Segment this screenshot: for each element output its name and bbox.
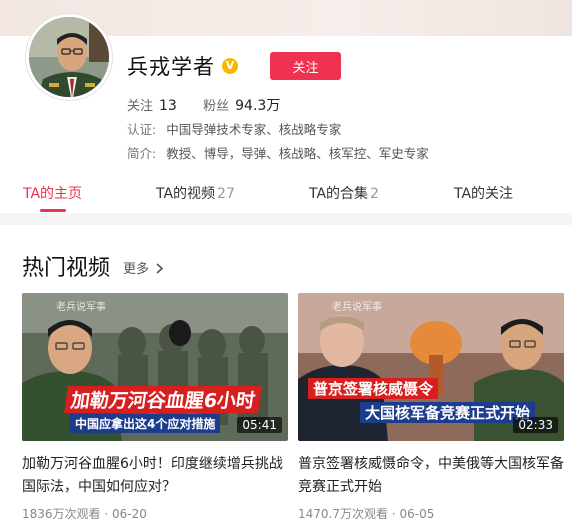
avatar[interactable] [26, 14, 112, 100]
profile-name: 兵戎学者 [127, 55, 215, 79]
cert-value: 中国导弹技术专家、核战略专家 [166, 122, 342, 137]
video-title[interactable]: 普京签署核威慑命令，中美俄等大国核军备竞赛正式开始 [298, 453, 564, 499]
tab-videos-label: TA的视频 [156, 186, 216, 202]
video-views: 1836万次观看 [22, 507, 101, 519]
fans-label: 粉丝 [203, 99, 230, 114]
more-link[interactable]: 更多 [123, 258, 164, 277]
video-meta: 1836万次观看 · 06-20 [22, 505, 288, 519]
video-title[interactable]: 加勒万河谷血腥6小时！印度继续增兵挑战国际法，中国如何应对？ [22, 453, 288, 499]
profile-stats: 关注 13 粉丝 94.3万 [127, 95, 280, 115]
more-link-label: 更多 [123, 262, 150, 277]
active-tab-indicator [40, 209, 66, 212]
video-overlay-title: 普京签署核威慑令 [308, 378, 439, 399]
video-overlay-title: 加勒万河谷血腥6小时 [64, 386, 263, 413]
verified-badge-icon: V [222, 58, 238, 74]
section-title: 热门视频 [22, 256, 111, 281]
bio-row: 简介: 教授、博导，导弹、核战略、核军控、军史专家 [127, 143, 429, 162]
tab-videos-count: 27 [217, 186, 235, 202]
video-meta-separator: · [391, 507, 396, 519]
section-divider [0, 213, 572, 225]
tab-collections-label: TA的合集 [309, 186, 369, 202]
profile-tabs: TA的主页 TA的视频 27 TA的合集 2 TA的关注 [0, 183, 572, 213]
chevron-right-icon [156, 263, 164, 274]
tab-following[interactable]: TA的关注 [454, 183, 513, 203]
video-card[interactable]: 老兵说军事 加勒万河谷血腥6小时 中国应拿出这4个应对措施 05:41 加勒万河… [22, 293, 288, 519]
tab-collections-count: 2 [370, 186, 379, 202]
video-watermark: 老兵说军事 [56, 302, 106, 313]
video-thumbnail[interactable]: 老兵说军事 普京签署核威慑令 大国核军备竞赛正式开始 02:33 [298, 293, 564, 441]
tab-videos[interactable]: TA的视频 27 [156, 183, 235, 203]
certification-row: 认证: 中国导弹技术专家、核战略专家 [127, 119, 341, 138]
video-duration: 05:41 [237, 417, 282, 433]
tab-collections[interactable]: TA的合集 2 [309, 183, 379, 203]
video-overlay-subtitle: 中国应拿出这4个应对措施 [70, 414, 221, 433]
profile-page: 兵戎学者 V 关注 关注 13 粉丝 94.3万 认证: 中国导弹技术专家、核战略专家… [0, 0, 572, 519]
following-label: 关注 [127, 99, 154, 114]
follow-button[interactable]: 关注 [270, 52, 341, 80]
video-date: 06-05 [399, 507, 435, 519]
tab-home[interactable]: TA的主页 [23, 183, 82, 203]
video-date: 06-20 [112, 507, 147, 519]
tab-following-label: TA的关注 [454, 186, 514, 202]
video-overlay-subtitle: 大国核军备竞赛正式开始 [360, 402, 536, 423]
video-meta-separator: · [104, 507, 109, 519]
tab-home-label: TA的主页 [23, 186, 83, 202]
fans-count[interactable]: 94.3万 [235, 98, 280, 114]
following-count[interactable]: 13 [159, 98, 177, 114]
video-duration: 02:33 [513, 417, 558, 433]
video-thumbnail[interactable]: 老兵说军事 加勒万河谷血腥6小时 中国应拿出这4个应对措施 05:41 [22, 293, 288, 441]
bio-value: 教授、博导，导弹、核战略、核军控、军史专家 [166, 146, 429, 161]
cert-label: 认证: [127, 122, 157, 137]
video-meta: 1470.7万次观看 · 06-05 [298, 505, 564, 519]
video-views: 1470.7万次观看 [298, 507, 388, 519]
video-card[interactable]: 老兵说军事 普京签署核威慑令 大国核军备竞赛正式开始 02:33 普京签署核威慑… [298, 293, 564, 519]
bio-label: 简介: [127, 146, 157, 161]
video-watermark: 老兵说军事 [332, 302, 382, 313]
